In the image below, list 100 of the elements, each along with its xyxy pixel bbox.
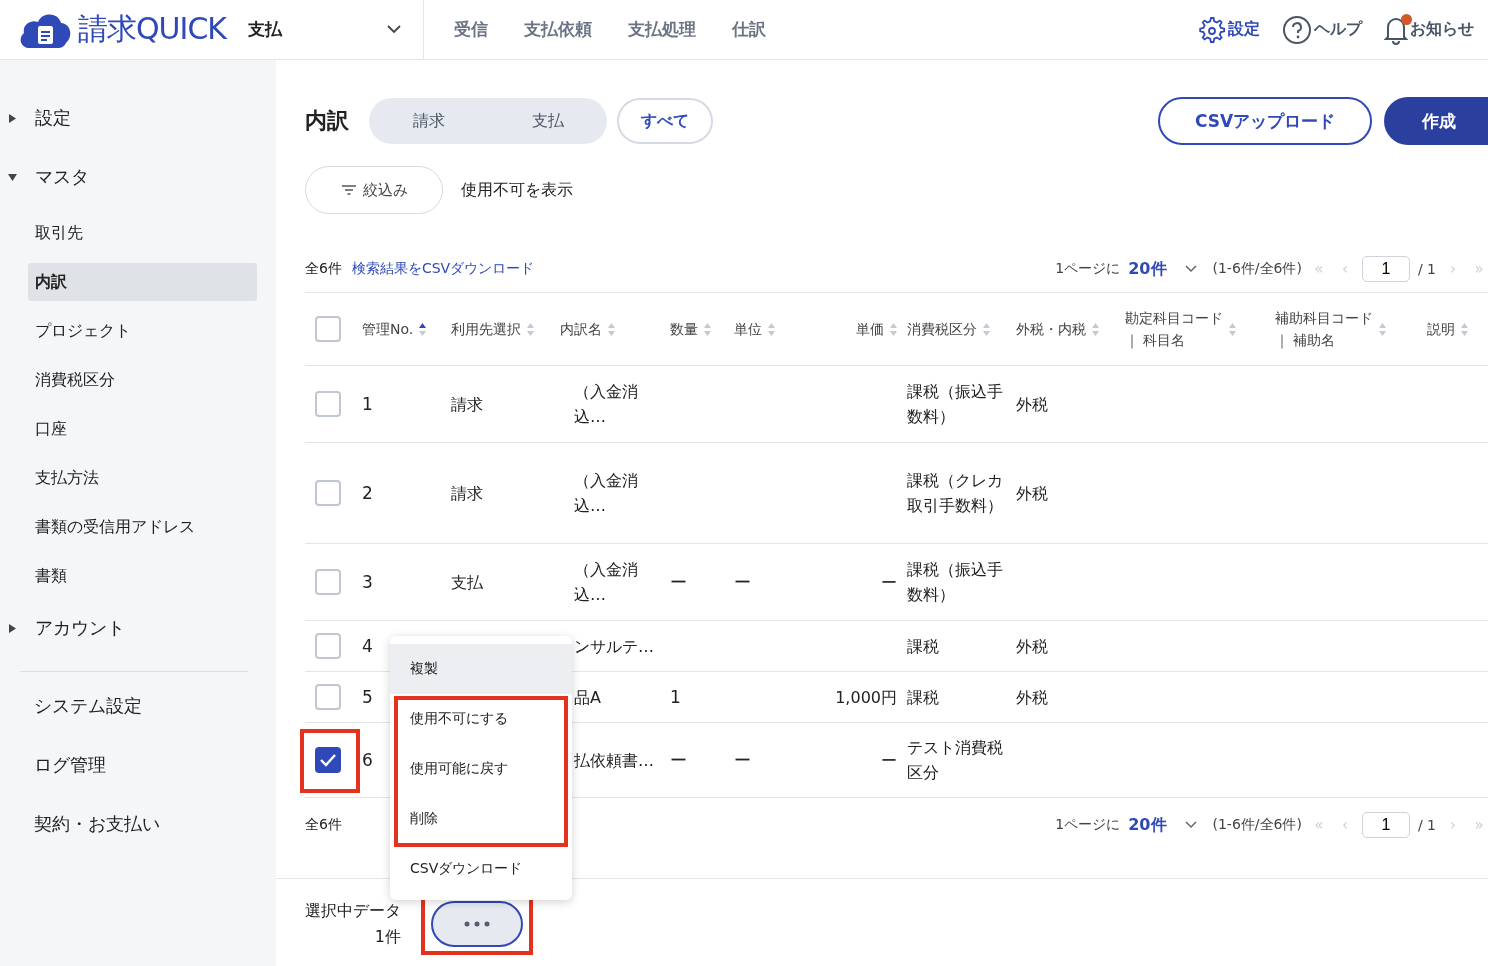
table-cell: 外税 xyxy=(1016,687,1048,707)
table-cell: ー xyxy=(670,749,687,770)
sidebar-group[interactable]: マスタ xyxy=(0,155,89,199)
chevron-down-icon xyxy=(1184,265,1197,273)
more-icon xyxy=(464,921,490,927)
nav-link[interactable]: 支払依頼 xyxy=(506,18,610,41)
per-page-select[interactable]: 20件 xyxy=(1128,258,1197,280)
table-cell: 外税 xyxy=(1016,636,1048,656)
menu-item[interactable]: 削除 xyxy=(390,794,572,844)
table-cell: ー xyxy=(881,572,897,592)
csv-download-link[interactable]: 検索結果をCSVダウンロード xyxy=(351,260,535,278)
sidebar-link[interactable]: システム設定 xyxy=(0,682,142,730)
table-cell: 課税（振込手数料） xyxy=(907,560,1003,604)
column-header[interactable]: 消費税区分 xyxy=(907,318,977,340)
filter-icon xyxy=(340,184,357,196)
page-input[interactable]: 1 xyxy=(1361,812,1410,838)
table-cell: ー xyxy=(734,749,751,770)
table-cell: ー xyxy=(881,750,897,770)
table-cell: 品A xyxy=(574,687,601,707)
checkmark-icon xyxy=(319,753,337,767)
column-header[interactable]: 補助科目コード ｜ 補助名 xyxy=(1275,307,1373,351)
nav-link[interactable]: 支払処理 xyxy=(610,18,714,41)
table-cell: （入金消込… xyxy=(574,471,638,515)
help-icon xyxy=(1282,14,1312,45)
sidebar-item[interactable]: 取引先 xyxy=(28,214,257,252)
sidebar-item[interactable]: 書類の受信用アドレス xyxy=(28,508,257,546)
column-header[interactable]: 単位 xyxy=(734,318,762,340)
table-cell: 請求 xyxy=(451,394,483,414)
table-cell: 6 xyxy=(362,749,373,770)
select-all-checkbox[interactable] xyxy=(315,316,341,342)
table-cell: 外税 xyxy=(1016,483,1048,503)
settings-button[interactable]: 設定 xyxy=(1196,14,1260,45)
csv-upload-button[interactable]: CSVアップロード xyxy=(1158,97,1372,145)
column-header[interactable]: 管理No. xyxy=(362,318,414,340)
column-header[interactable]: 勘定科目コード ｜ 科目名 xyxy=(1125,307,1223,351)
table-cell: （入金消込… xyxy=(574,382,638,426)
table-cell: 1 xyxy=(670,686,681,707)
sidebar-item[interactable]: 消費税区分 xyxy=(28,361,257,399)
nav-link[interactable]: 受信 xyxy=(436,18,506,41)
sidebar-group[interactable]: アカウント xyxy=(0,606,125,650)
page-input[interactable]: 1 xyxy=(1361,256,1410,282)
per-page-select[interactable]: 20件 xyxy=(1128,814,1197,836)
column-header[interactable]: 数量 xyxy=(670,318,698,340)
table-cell: 4 xyxy=(362,635,373,656)
settings-icon xyxy=(1196,14,1226,45)
column-header[interactable]: 外税・内税 xyxy=(1016,318,1086,340)
sidebar-group[interactable]: 設定 xyxy=(0,96,71,140)
app-logo: 請求QUICK xyxy=(78,10,227,48)
menu-item[interactable]: 使用可能に戻す xyxy=(390,744,572,794)
triangle-right-icon xyxy=(8,113,17,123)
table-cell: 請求 xyxy=(451,483,483,503)
notifications-button[interactable]: お知らせ xyxy=(1384,14,1474,45)
sidebar-item[interactable]: 支払方法 xyxy=(28,459,257,497)
filter-tab[interactable]: 支払 xyxy=(488,98,607,144)
column-header[interactable]: 説明 xyxy=(1427,318,1455,340)
range-text: (1-6件/全6件) xyxy=(1212,816,1302,834)
sidebar-link[interactable]: ログ管理 xyxy=(0,741,106,789)
menu-item[interactable]: 複製 xyxy=(390,644,572,694)
page-title: 内訳 xyxy=(305,107,349,135)
column-header[interactable]: 単価 xyxy=(856,318,884,340)
module-select[interactable]: 支払 xyxy=(248,0,424,60)
more-button[interactable] xyxy=(431,901,523,947)
column-header[interactable]: 内訳名 xyxy=(560,318,602,340)
range-text: (1-6件/全6件) xyxy=(1212,260,1302,278)
per-page-label: 1ページに xyxy=(1055,260,1121,278)
column-header[interactable]: 利用先選択 xyxy=(451,318,521,340)
table-cell: 3 xyxy=(362,571,373,592)
table-cell: 払依頼書… xyxy=(574,750,654,770)
sidebar-item[interactable]: 口座 xyxy=(28,410,257,448)
sidebar-link[interactable]: 契約・お支払い xyxy=(0,800,160,848)
triangle-down-icon xyxy=(8,172,17,182)
table-cell: 外税 xyxy=(1016,394,1048,414)
menu-item[interactable]: CSVダウンロード xyxy=(390,844,572,894)
menu-item[interactable]: 使用不可にする xyxy=(390,694,572,744)
table-cell: 5 xyxy=(362,686,373,707)
sidebar-item[interactable]: 内訳 xyxy=(28,263,257,301)
help-button[interactable]: ヘルプ xyxy=(1282,14,1362,45)
page-count: / 1 xyxy=(1417,817,1436,833)
selection-label: 選択中データ xyxy=(305,900,401,922)
total-count: 全6件 xyxy=(305,816,342,834)
table-cell: 課税（振込手数料） xyxy=(907,382,1003,426)
page-count: / 1 xyxy=(1417,261,1436,277)
selection-count: 1件 xyxy=(374,926,401,948)
table-cell: 課税（クレカ取引手数料） xyxy=(907,471,1003,515)
filter-tab[interactable]: 請求 xyxy=(369,98,488,144)
table-cell: テスト消費税区分 xyxy=(907,738,1003,782)
table-cell: （入金消込… xyxy=(574,560,638,604)
sidebar-item[interactable]: 書類 xyxy=(28,557,257,595)
total-count: 全6件 xyxy=(305,260,342,278)
sort-icon[interactable] xyxy=(419,322,427,336)
filter-tab[interactable]: すべて xyxy=(617,98,713,144)
sidebar-item[interactable]: プロジェクト xyxy=(28,312,257,350)
table-cell: 2 xyxy=(362,482,373,503)
nav-link[interactable]: 仕訳 xyxy=(714,18,784,41)
chevron-down-icon xyxy=(387,25,401,34)
row-checkbox[interactable] xyxy=(315,747,341,773)
table-cell: 課税 xyxy=(907,687,939,707)
table-cell: ー xyxy=(734,571,751,592)
create-button[interactable]: 作成 xyxy=(1384,97,1488,145)
table-cell: ー xyxy=(670,571,687,592)
